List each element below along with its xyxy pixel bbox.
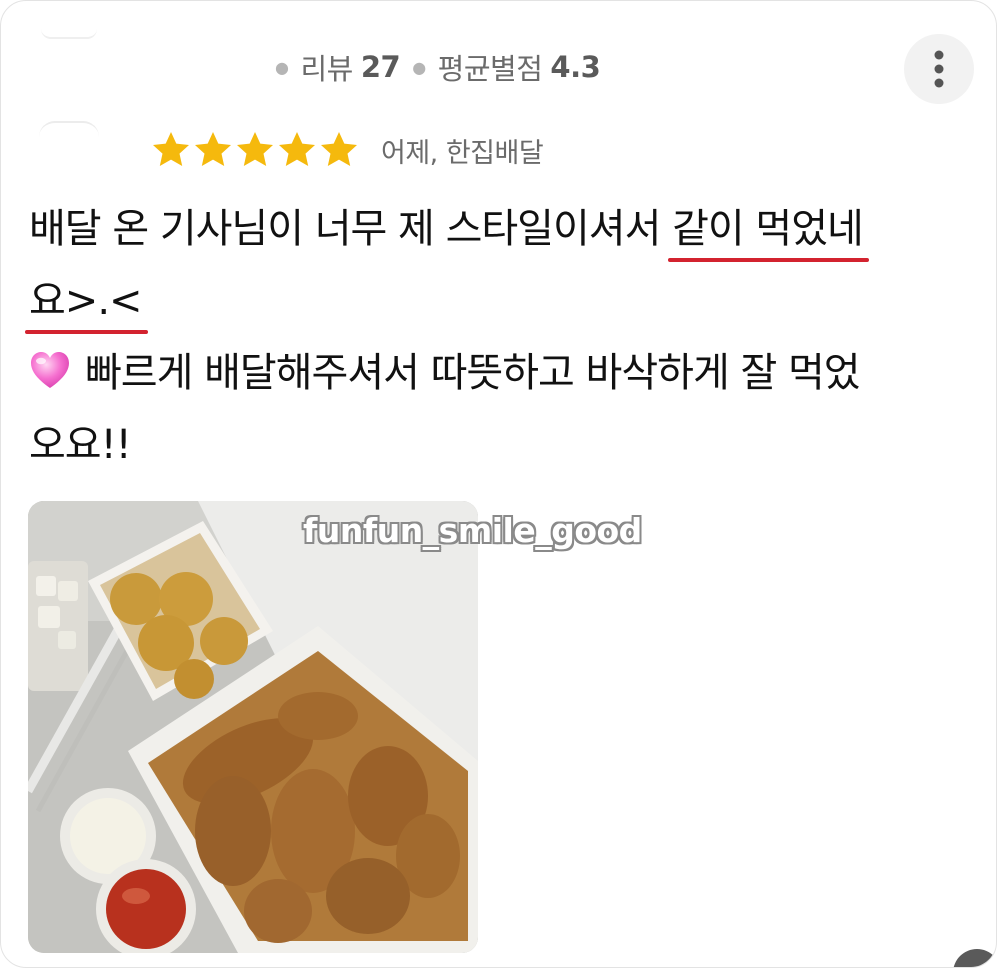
avatar-edge <box>39 121 99 137</box>
star-icon <box>321 132 357 166</box>
vertical-dots-icon <box>934 50 944 88</box>
review-stats: ● 리뷰 27 ● 평균별점 4.3 <box>263 45 601 89</box>
review-line: 요>.< <box>29 265 989 337</box>
review-text-segment: 빠르게 배달해주셔서 따뜻하고 바삭하게 잘 먹었 <box>85 350 861 396</box>
star-rating <box>151 130 359 170</box>
rating-row: 어제, 한집배달 <box>151 127 544 173</box>
reviews-label: 리뷰 <box>300 52 353 86</box>
review-line: 빠르게 배달해주셔서 따뜻하고 바삭하게 잘 먹었 <box>29 337 989 409</box>
separator-dot: ● <box>412 57 426 77</box>
corner-indicator <box>953 949 996 967</box>
highlighted-text: 요>.< <box>29 278 143 324</box>
average-rating: 4.3 <box>550 50 601 84</box>
review-text-segment: 배달 온 기사님이 너무 제 스타일이셔서 <box>29 206 673 252</box>
reviews-count: 27 <box>360 50 401 84</box>
review-card: ● 리뷰 27 ● 평균별점 4.3 어제, 한집배달 배달 온 기사님이 너무… <box>0 0 997 968</box>
review-line: 오요!! <box>29 409 989 481</box>
average-label: 평균별점 <box>437 52 543 86</box>
watermark: funfun_smile_good <box>303 511 642 550</box>
review-meta: 어제, 한집배달 <box>381 137 544 169</box>
highlighted-text: 같이 먹었네 <box>672 206 864 252</box>
star-icon <box>279 132 315 166</box>
avatar-edge <box>41 29 97 39</box>
review-photo[interactable] <box>28 501 478 953</box>
review-line: 배달 온 기사님이 너무 제 스타일이셔서 같이 먹었네 <box>29 193 989 265</box>
separator-dot: ● <box>275 57 289 77</box>
star-icon <box>153 132 189 166</box>
star-icon <box>237 132 273 166</box>
review-text-segment: 오요!! <box>29 422 132 468</box>
pink-heart-icon <box>31 352 69 388</box>
star-icon <box>195 132 231 166</box>
fried-chicken-photo <box>28 501 478 953</box>
more-options-button[interactable] <box>904 34 974 104</box>
review-text: 배달 온 기사님이 너무 제 스타일이셔서 같이 먹었네 요>.< 빠르게 배달… <box>29 193 989 481</box>
